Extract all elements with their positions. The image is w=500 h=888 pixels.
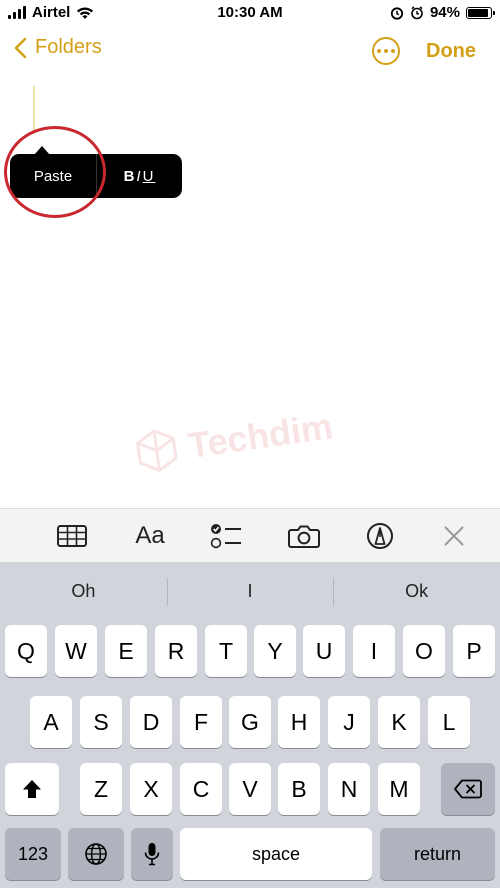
backspace-icon [454,779,482,799]
key-l[interactable]: L [428,696,470,748]
key-g[interactable]: G [229,696,271,748]
key-n[interactable]: N [328,763,370,815]
key-m[interactable]: M [378,763,420,815]
space-key[interactable]: space [180,828,372,880]
chevron-left-icon [14,37,27,58]
battery-icon [466,6,495,19]
text-format-icon[interactable]: Aa [132,522,168,549]
key-o[interactable]: O [403,625,445,677]
markup-icon[interactable] [364,523,396,549]
shift-icon [23,780,41,798]
key-y[interactable]: Y [254,625,296,677]
key-z[interactable]: Z [80,763,122,815]
format-biu-button[interactable]: B I U [97,154,182,198]
watermark-text: Techdim [185,405,336,467]
edit-menu: Paste B I U [10,146,182,198]
key-s[interactable]: S [80,696,122,748]
key-r[interactable]: R [155,625,197,677]
key-d[interactable]: D [130,696,172,748]
key-i[interactable]: I [353,625,395,677]
back-label: Folders [35,36,102,58]
watermark-logo-icon [135,429,178,473]
globe-key[interactable] [68,828,124,880]
suggestion-item[interactable]: I [166,562,334,620]
dictation-key[interactable] [131,828,173,880]
key-c[interactable]: C [180,763,222,815]
suggestion-item[interactable]: Ok [333,562,500,620]
key-v[interactable]: V [229,763,271,815]
key-x[interactable]: X [130,763,172,815]
return-key[interactable]: return [380,828,495,880]
camera-icon[interactable] [288,523,320,549]
more-options-button[interactable] [372,37,400,65]
key-u[interactable]: U [303,625,345,677]
suggestion-item[interactable]: Oh [0,562,167,620]
watermark: Techdim [130,402,336,478]
key-e[interactable]: E [105,625,147,677]
text-cursor [33,86,35,134]
close-icon[interactable] [438,523,470,549]
key-q[interactable]: Q [5,625,47,677]
key-t[interactable]: T [205,625,247,677]
keyboard: Oh I Ok Q W E R T Y U I O P A S D F G H … [0,562,500,888]
status-bar: Airtel 10:30 AM 94% [0,0,500,28]
done-button[interactable]: Done [426,40,476,63]
delete-key[interactable] [441,763,495,815]
globe-icon [85,843,107,865]
key-k[interactable]: K [378,696,420,748]
more-dot [377,49,381,53]
predictive-bar: Oh I Ok [0,562,500,620]
battery-level-fill [468,8,488,17]
notes-toolbar: Aa [0,508,500,563]
alarm-icon [390,6,404,20]
key-p[interactable]: P [453,625,495,677]
alarm-clock-icon [411,5,423,19]
battery-percent: 94% [429,4,460,21]
key-b[interactable]: B [278,763,320,815]
key-w[interactable]: W [55,625,97,677]
key-j[interactable]: J [328,696,370,748]
status-right: 94% [390,4,495,21]
underline-label: U [142,167,156,185]
more-dot [384,49,388,53]
shift-key[interactable] [5,763,59,815]
paste-button[interactable]: Paste [10,154,97,198]
key-a[interactable]: A [30,696,72,748]
back-button[interactable]: Folders [14,36,102,59]
key-h[interactable]: H [278,696,320,748]
more-dot [391,49,395,53]
bold-label: B [123,167,137,185]
numbers-key[interactable]: 123 [5,828,61,880]
microphone-icon [144,843,160,866]
checklist-icon[interactable] [210,523,242,549]
table-icon[interactable] [56,523,88,549]
key-f[interactable]: F [180,696,222,748]
